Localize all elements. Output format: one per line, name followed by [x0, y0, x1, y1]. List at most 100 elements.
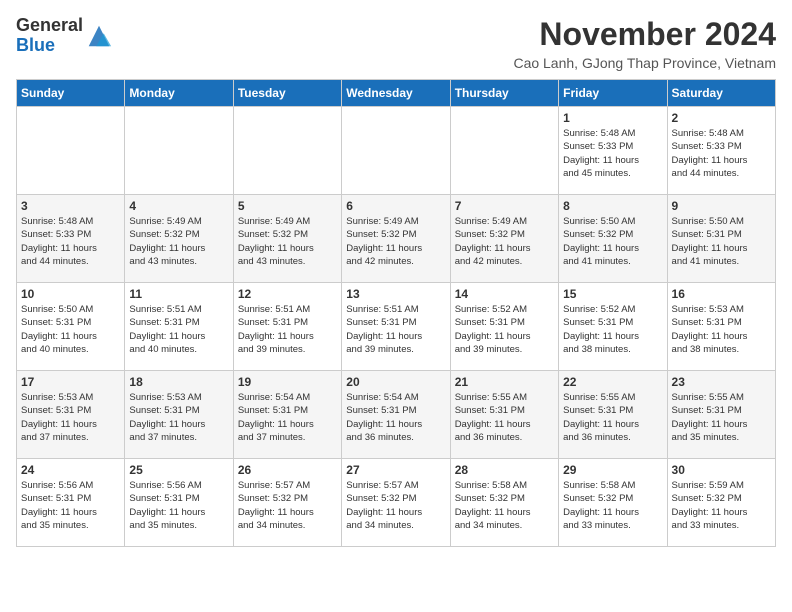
day-info: Sunrise: 5:48 AM Sunset: 5:33 PM Dayligh… [672, 127, 771, 180]
day-of-week-header: Tuesday [233, 80, 341, 107]
day-info: Sunrise: 5:48 AM Sunset: 5:33 PM Dayligh… [21, 215, 120, 268]
day-info: Sunrise: 5:51 AM Sunset: 5:31 PM Dayligh… [129, 303, 228, 356]
day-of-week-header: Wednesday [342, 80, 450, 107]
calendar-cell: 5 Sunrise: 5:49 AM Sunset: 5:32 PM Daylig… [233, 195, 341, 283]
day-info: Sunrise: 5:50 AM Sunset: 5:31 PM Dayligh… [21, 303, 120, 356]
day-number: 27 [346, 463, 445, 477]
calendar-cell [17, 107, 125, 195]
day-info: Sunrise: 5:49 AM Sunset: 5:32 PM Dayligh… [238, 215, 337, 268]
logo-general: General [16, 15, 83, 35]
day-info: Sunrise: 5:55 AM Sunset: 5:31 PM Dayligh… [455, 391, 554, 444]
day-of-week-header: Friday [559, 80, 667, 107]
day-number: 22 [563, 375, 662, 389]
calendar-cell: 17 Sunrise: 5:53 AM Sunset: 5:31 PM Dayli… [17, 371, 125, 459]
subtitle: Cao Lanh, GJong Thap Province, Vietnam [513, 55, 776, 71]
calendar-cell: 23Sunrise: 5:55 AM Sunset: 5:31 PM Dayli… [667, 371, 775, 459]
calendar-table: SundayMondayTuesdayWednesdayThursdayFrid… [16, 79, 776, 547]
day-info: Sunrise: 5:52 AM Sunset: 5:31 PM Dayligh… [455, 303, 554, 356]
day-info: Sunrise: 5:59 AM Sunset: 5:32 PM Dayligh… [672, 479, 771, 532]
calendar-cell: 26Sunrise: 5:57 AM Sunset: 5:32 PM Dayli… [233, 459, 341, 547]
calendar-cell: 8 Sunrise: 5:50 AM Sunset: 5:32 PM Daylig… [559, 195, 667, 283]
day-number: 9 [672, 199, 771, 213]
day-info: Sunrise: 5:51 AM Sunset: 5:31 PM Dayligh… [238, 303, 337, 356]
day-number: 30 [672, 463, 771, 477]
day-info: Sunrise: 5:57 AM Sunset: 5:32 PM Dayligh… [238, 479, 337, 532]
calendar-cell: 20 Sunrise: 5:54 AM Sunset: 5:31 PM Dayli… [342, 371, 450, 459]
calendar-cell [233, 107, 341, 195]
day-info: Sunrise: 5:50 AM Sunset: 5:31 PM Dayligh… [672, 215, 771, 268]
calendar-cell: 15Sunrise: 5:52 AM Sunset: 5:31 PM Dayli… [559, 283, 667, 371]
day-number: 25 [129, 463, 228, 477]
day-info: Sunrise: 5:57 AM Sunset: 5:32 PM Dayligh… [346, 479, 445, 532]
day-number: 18 [129, 375, 228, 389]
day-number: 4 [129, 199, 228, 213]
calendar-cell [125, 107, 233, 195]
day-of-week-header: Monday [125, 80, 233, 107]
title-block: November 2024 Cao Lanh, GJong Thap Provi… [513, 16, 776, 71]
day-number: 7 [455, 199, 554, 213]
day-info: Sunrise: 5:49 AM Sunset: 5:32 PM Dayligh… [346, 215, 445, 268]
day-info: Sunrise: 5:52 AM Sunset: 5:31 PM Dayligh… [563, 303, 662, 356]
calendar-cell: 22 Sunrise: 5:55 AM Sunset: 5:31 PM Dayli… [559, 371, 667, 459]
page-header: General Blue November 2024 Cao Lanh, GJo… [16, 16, 776, 71]
calendar-cell: 16Sunrise: 5:53 AM Sunset: 5:31 PM Dayli… [667, 283, 775, 371]
day-number: 21 [455, 375, 554, 389]
calendar-cell: 29 Sunrise: 5:58 AM Sunset: 5:32 PM Dayli… [559, 459, 667, 547]
day-info: Sunrise: 5:48 AM Sunset: 5:33 PM Dayligh… [563, 127, 662, 180]
calendar-cell: 21 Sunrise: 5:55 AM Sunset: 5:31 PM Dayli… [450, 371, 558, 459]
calendar-cell: 28 Sunrise: 5:58 AM Sunset: 5:32 PM Dayli… [450, 459, 558, 547]
calendar-cell [342, 107, 450, 195]
day-number: 11 [129, 287, 228, 301]
logo: General Blue [16, 16, 113, 56]
day-number: 13 [346, 287, 445, 301]
day-number: 19 [238, 375, 337, 389]
logo-icon [85, 22, 113, 50]
day-info: Sunrise: 5:51 AM Sunset: 5:31 PM Dayligh… [346, 303, 445, 356]
day-number: 1 [563, 111, 662, 125]
calendar-cell: 13 Sunrise: 5:51 AM Sunset: 5:31 PM Dayli… [342, 283, 450, 371]
day-number: 16 [672, 287, 771, 301]
day-of-week-header: Thursday [450, 80, 558, 107]
day-number: 5 [238, 199, 337, 213]
day-number: 10 [21, 287, 120, 301]
day-info: Sunrise: 5:53 AM Sunset: 5:31 PM Dayligh… [129, 391, 228, 444]
calendar-cell: 4 Sunrise: 5:49 AM Sunset: 5:32 PM Daylig… [125, 195, 233, 283]
day-info: Sunrise: 5:56 AM Sunset: 5:31 PM Dayligh… [129, 479, 228, 532]
calendar-cell: 7 Sunrise: 5:49 AM Sunset: 5:32 PM Daylig… [450, 195, 558, 283]
day-info: Sunrise: 5:58 AM Sunset: 5:32 PM Dayligh… [563, 479, 662, 532]
day-number: 14 [455, 287, 554, 301]
day-number: 8 [563, 199, 662, 213]
day-info: Sunrise: 5:49 AM Sunset: 5:32 PM Dayligh… [129, 215, 228, 268]
calendar-cell: 1 Sunrise: 5:48 AM Sunset: 5:33 PM Daylig… [559, 107, 667, 195]
calendar-cell: 24 Sunrise: 5:56 AM Sunset: 5:31 PM Dayli… [17, 459, 125, 547]
day-info: Sunrise: 5:56 AM Sunset: 5:31 PM Dayligh… [21, 479, 120, 532]
day-number: 17 [21, 375, 120, 389]
day-number: 3 [21, 199, 120, 213]
day-number: 6 [346, 199, 445, 213]
day-number: 2 [672, 111, 771, 125]
day-info: Sunrise: 5:50 AM Sunset: 5:32 PM Dayligh… [563, 215, 662, 268]
day-info: Sunrise: 5:54 AM Sunset: 5:31 PM Dayligh… [346, 391, 445, 444]
calendar-cell: 11 Sunrise: 5:51 AM Sunset: 5:31 PM Dayli… [125, 283, 233, 371]
calendar-cell: 30 Sunrise: 5:59 AM Sunset: 5:32 PM Dayli… [667, 459, 775, 547]
calendar-cell: 6 Sunrise: 5:49 AM Sunset: 5:32 PM Daylig… [342, 195, 450, 283]
calendar-cell: 12 Sunrise: 5:51 AM Sunset: 5:31 PM Dayli… [233, 283, 341, 371]
calendar-cell: 25 Sunrise: 5:56 AM Sunset: 5:31 PM Dayli… [125, 459, 233, 547]
calendar-cell: 19 Sunrise: 5:54 AM Sunset: 5:31 PM Dayli… [233, 371, 341, 459]
day-info: Sunrise: 5:49 AM Sunset: 5:32 PM Dayligh… [455, 215, 554, 268]
calendar-cell: 18 Sunrise: 5:53 AM Sunset: 5:31 PM Dayli… [125, 371, 233, 459]
calendar-cell: 2 Sunrise: 5:48 AM Sunset: 5:33 PM Daylig… [667, 107, 775, 195]
day-info: Sunrise: 5:54 AM Sunset: 5:31 PM Dayligh… [238, 391, 337, 444]
day-info: Sunrise: 5:55 AM Sunset: 5:31 PM Dayligh… [672, 391, 771, 444]
day-info: Sunrise: 5:58 AM Sunset: 5:32 PM Dayligh… [455, 479, 554, 532]
calendar-cell [450, 107, 558, 195]
day-number: 24 [21, 463, 120, 477]
month-title: November 2024 [513, 16, 776, 53]
day-number: 12 [238, 287, 337, 301]
day-number: 20 [346, 375, 445, 389]
day-info: Sunrise: 5:55 AM Sunset: 5:31 PM Dayligh… [563, 391, 662, 444]
day-number: 29 [563, 463, 662, 477]
day-number: 28 [455, 463, 554, 477]
logo-blue: Blue [16, 35, 55, 55]
day-info: Sunrise: 5:53 AM Sunset: 5:31 PM Dayligh… [21, 391, 120, 444]
